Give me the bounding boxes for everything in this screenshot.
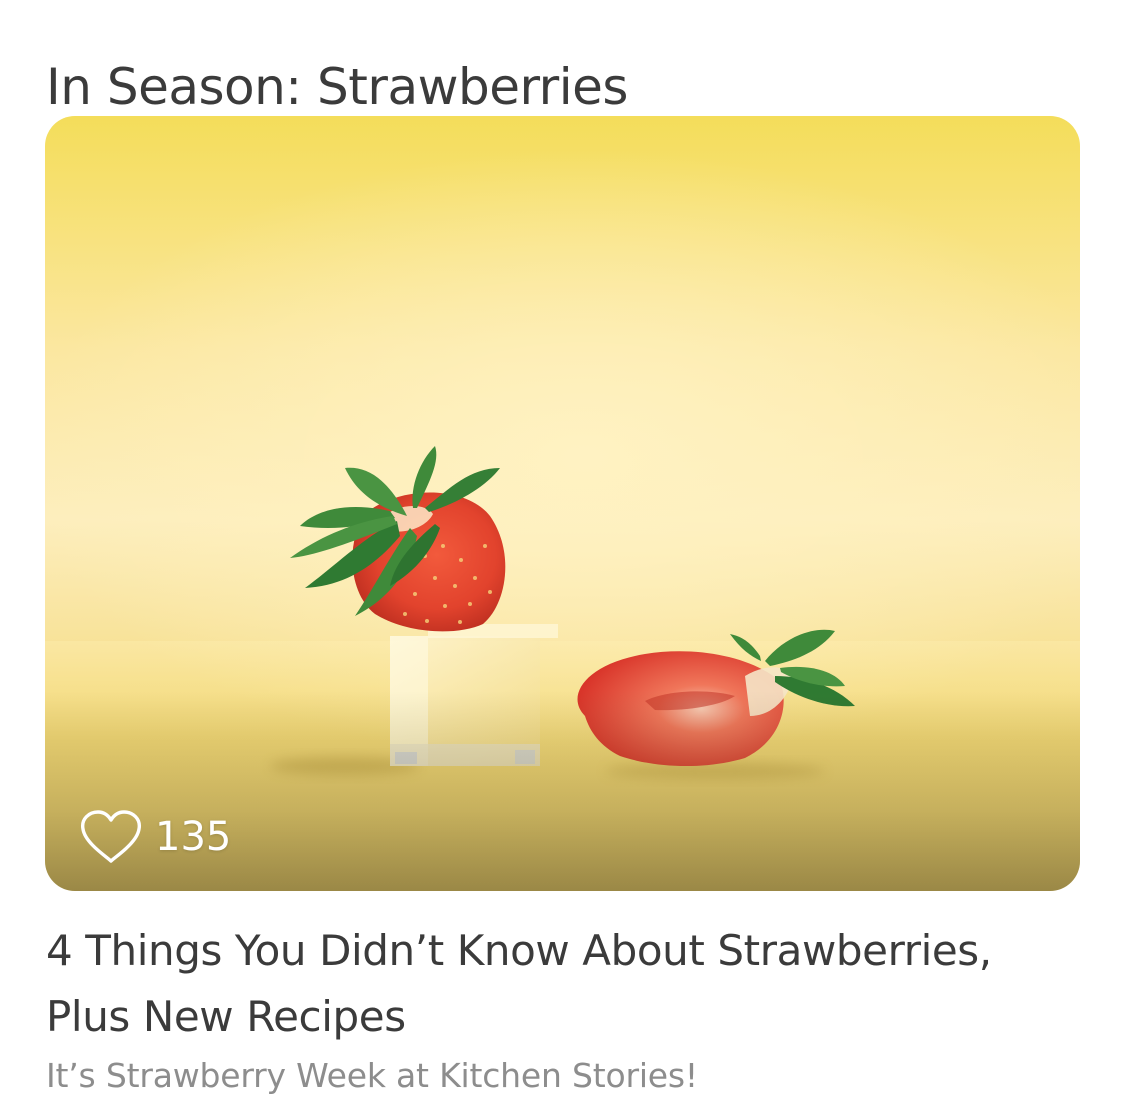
like-count: 135 [155,814,232,860]
section-title: In Season: Strawberries [46,57,628,116]
article-image[interactable]: 135 [45,116,1080,891]
whole-strawberry [290,446,506,632]
like-button[interactable]: 135 [79,809,231,865]
article-subtitle: It’s Strawberry Week at Kitchen Stories! [46,1056,698,1095]
heart-outline-icon[interactable] [79,809,143,865]
article-title[interactable]: 4 Things You Didn’t Know About Strawberr… [46,918,1086,1050]
